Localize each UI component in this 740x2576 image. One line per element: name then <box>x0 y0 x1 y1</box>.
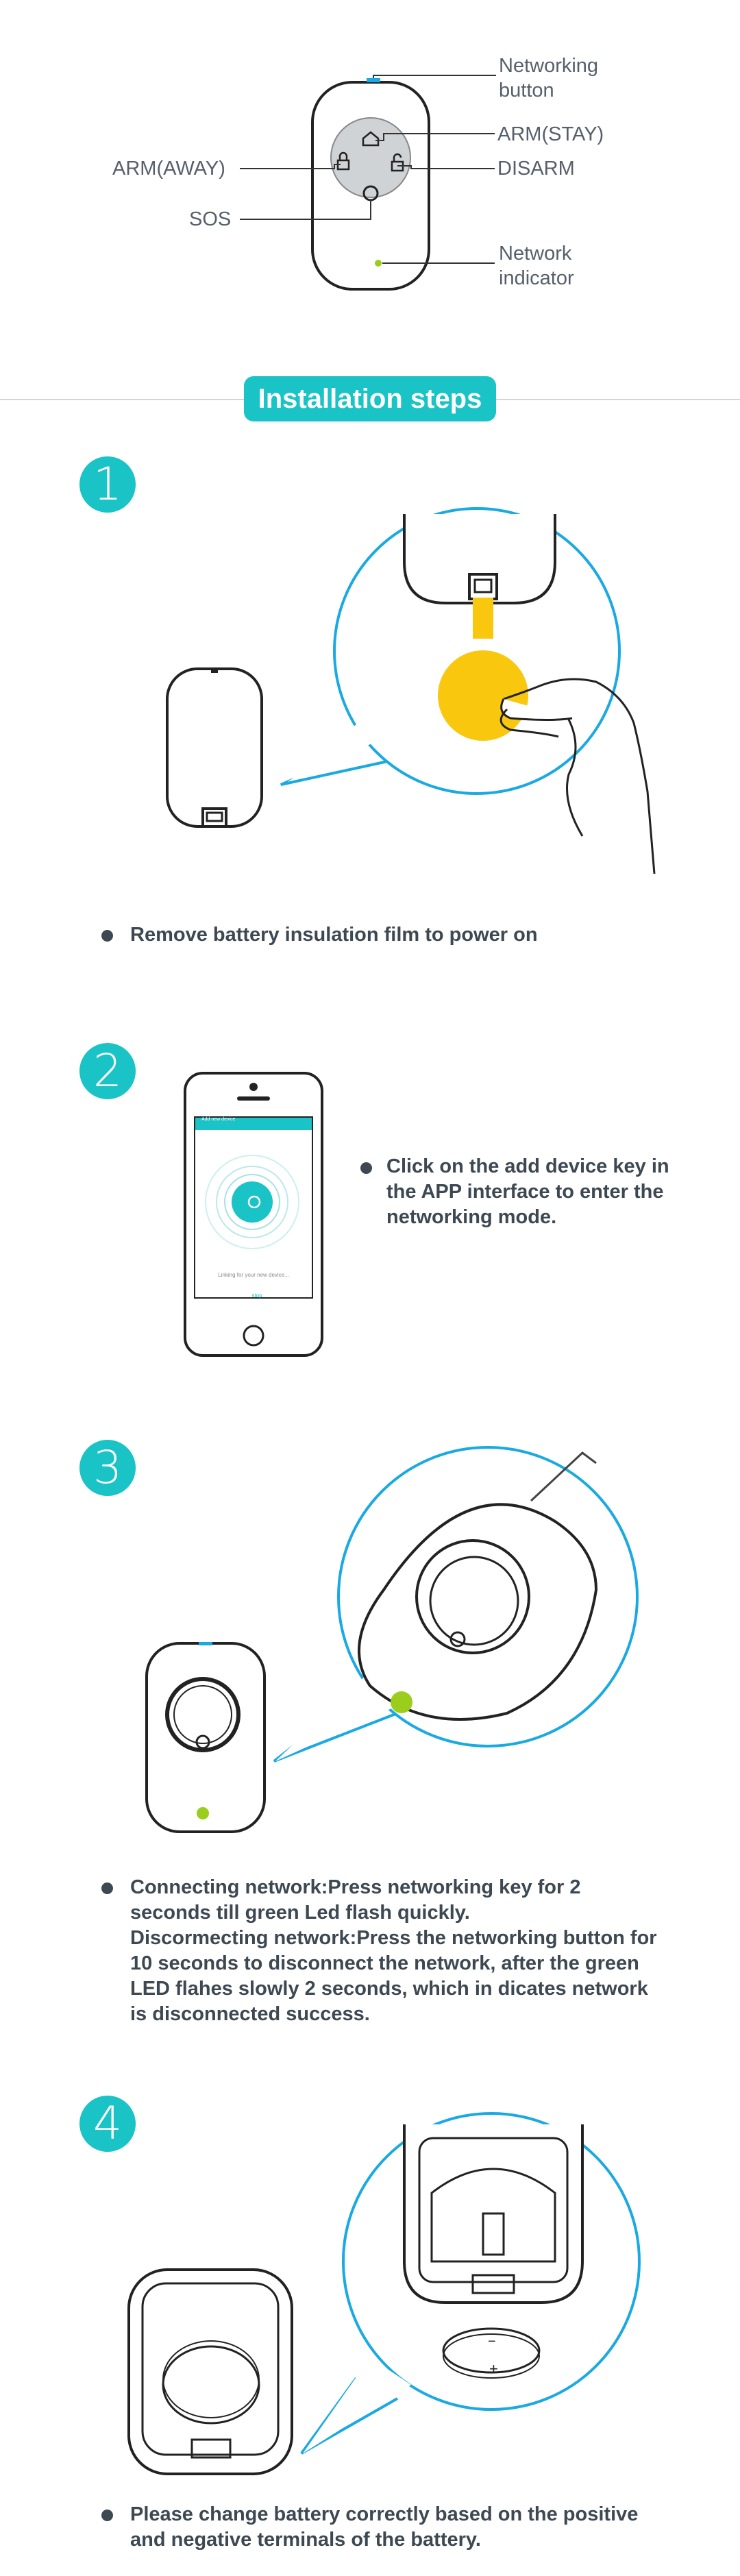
step-4-illustration <box>127 2112 641 2475</box>
divider-left <box>0 399 244 400</box>
step-4-bullet <box>101 2510 113 2521</box>
label-disarm: DISARM <box>497 158 575 180</box>
step-1-illustration <box>166 507 656 874</box>
step-1-bullet <box>101 930 113 942</box>
battery-minus-label: − <box>488 2334 496 2349</box>
label-arm-away: ARM(AWAY) <box>112 158 225 180</box>
label-network-indicator: Network indicator <box>499 243 574 289</box>
remote-device-front <box>240 75 496 291</box>
phone-illustration <box>184 1072 323 1357</box>
step-3-illustration <box>145 1446 639 1833</box>
divider-right <box>496 399 740 400</box>
label-arm-stay: ARM(STAY) <box>497 123 604 145</box>
phone-caption: Linking for your new device... <box>218 1272 289 1278</box>
label-networking-button: Networking button <box>499 55 599 101</box>
label-sos: SOS <box>189 208 232 230</box>
step-4-text: Please change battery correctly based on… <box>130 2503 639 2551</box>
phone-header: Add new device <box>201 1117 236 1122</box>
step-3-text: Connecting network:Press networking key … <box>130 1876 657 2025</box>
step-1-text: Remove battery insulation film to power … <box>130 924 538 946</box>
step-3-bullet <box>101 1882 113 1894</box>
step-2-bullet <box>360 1162 372 1174</box>
step-2-text: Click on the add device key in the APP i… <box>386 1155 669 1228</box>
phone-stop-button[interactable]: stop <box>247 1292 267 1299</box>
step-2-number: 2 <box>79 1043 136 1099</box>
battery-plus-label: + <box>489 2360 498 2377</box>
section-title: Installation steps <box>244 376 496 421</box>
